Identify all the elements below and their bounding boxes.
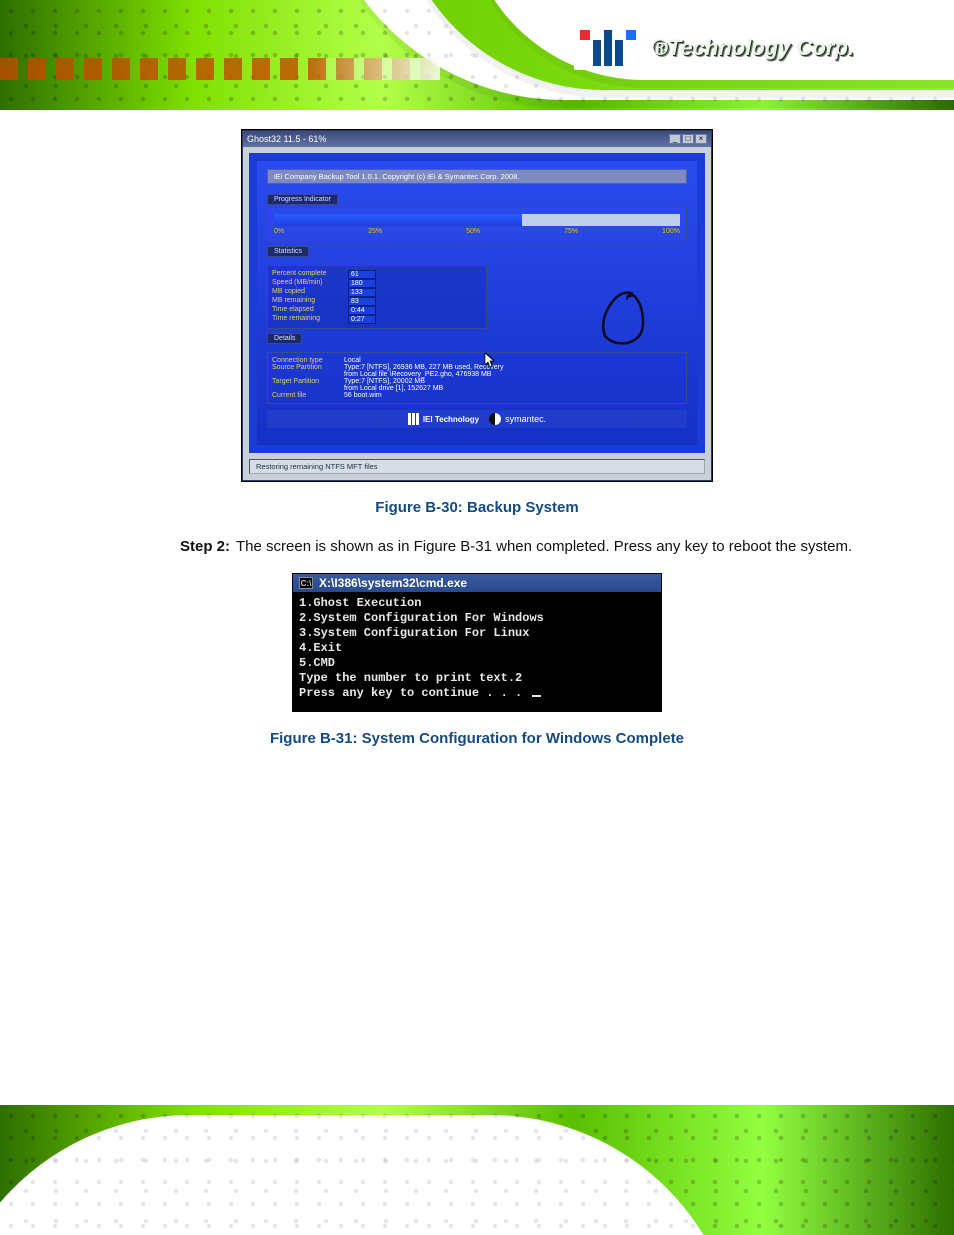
ghost-titlebar: Ghost32 11.5 - 61% _ □ × (243, 131, 711, 147)
figure-caption-1: Figure B-30: Backup System (60, 499, 894, 516)
step-text: Step 2: The screen is shown as in Figure … (180, 536, 874, 557)
cmd-line-4: 4.Exit (299, 641, 342, 655)
cmd-prompt-icon: C:\ (299, 577, 313, 589)
cmd-window: C:\ X:\I386\system32\cmd.exe 1.Ghost Exe… (292, 573, 662, 712)
cmd-body[interactable]: 1.Ghost Execution 2.System Configuration… (293, 592, 661, 711)
iei-tech-badge: IEI Technology (408, 413, 479, 425)
reg-mark: ® (652, 35, 668, 60)
cmd-line-6: Type the number to print text.2 (299, 671, 522, 685)
ghost-status: Restoring remaining NTFS MFT files (249, 459, 705, 474)
ghost-window: Ghost32 11.5 - 61% _ □ × iEi Company Bac… (242, 130, 712, 481)
caption2-prefix: Figure B-31: (270, 730, 358, 747)
caption2-text: System Configuration for Windows Complet… (357, 730, 684, 747)
symantec-text: symantec. (505, 414, 546, 424)
maximize-icon[interactable]: □ (682, 134, 694, 144)
stat-elapsed-label: Time elapsed (272, 306, 342, 315)
ghost-heading: iEi Company Backup Tool 1.0.1. Copyright… (267, 169, 687, 184)
progress-bar (274, 214, 680, 226)
cmd-titlebar: C:\ X:\I386\system32\cmd.exe (293, 574, 661, 592)
tick-0: 0% (274, 228, 284, 235)
iei-tech-text: IEI Technology (423, 415, 479, 424)
det-src-1: Type:7 [NTFS], 26936 MB, 227 MB used, Re… (344, 364, 504, 371)
stat-timeleft: 0:27 (348, 315, 376, 324)
progress-label: Progress Indicator (267, 194, 338, 205)
mouse-cursor-icon (485, 353, 497, 369)
progress-bar-fill (274, 214, 522, 226)
ghost-stats: Percent complete 61 Speed (MB/min) 180 MB … (267, 265, 487, 329)
stat-copied-label: MB copied (272, 288, 342, 297)
tick-75: 75% (564, 228, 578, 235)
caption1-prefix: Figure B-30: (375, 499, 463, 516)
minimize-icon[interactable]: _ (669, 134, 681, 144)
tick-50: 50% (466, 228, 480, 235)
cmd-line-2: 2.System Configuration For Windows (299, 611, 544, 625)
header-dots (0, 58, 440, 80)
progress-ticks: 0% 25% 50% 75% 100% (274, 228, 680, 235)
cmd-cursor-icon (532, 695, 541, 697)
cmd-line-3: 3.System Configuration For Linux (299, 626, 529, 640)
det-src-label: Source Partition (272, 364, 344, 371)
footer-decor (0, 1105, 954, 1235)
footer-swoosh (0, 1115, 740, 1235)
ghost-body: iEi Company Backup Tool 1.0.1. Copyright… (249, 153, 705, 453)
det-conn-label: Connection type (272, 357, 344, 364)
brand-logo: ®Technology Corp. (574, 26, 854, 70)
figure-caption-2: Figure B-31: System Configuration for Wi… (60, 730, 894, 747)
cmd-line-1: 1.Ghost Execution (299, 596, 421, 610)
stat-percent: 61 (348, 270, 376, 279)
symantec-badge: symantec. (489, 413, 546, 425)
stat-remaining-label: MB remaining (272, 297, 342, 306)
stat-percent-label: Percent complete (272, 270, 342, 279)
det-src-2: from Local file \Recovery_PE2.gho, 47693… (344, 371, 491, 378)
details-label: Details (267, 333, 302, 344)
stat-remaining: 83 (348, 297, 376, 306)
page-content: Ghost32 11.5 - 61% _ □ × iEi Company Bac… (60, 130, 894, 1095)
stat-speed: 180 (348, 279, 376, 288)
ghost-logo-icon (587, 281, 657, 351)
iei-logo-icon (574, 26, 642, 70)
stat-speed-label: Speed (MB/min) (272, 279, 342, 288)
cmd-line-7: Press any key to continue . . . (299, 686, 522, 700)
ghost-progress: 0% 25% 50% 75% 100% (267, 207, 687, 242)
stats-label: Statistics (267, 246, 309, 257)
caption1-text: Backup System (463, 499, 579, 516)
tick-25: 25% (368, 228, 382, 235)
stat-elapsed: 0:44 (348, 306, 376, 315)
det-cur-label: Current file (272, 392, 344, 399)
ghost-footer: IEI Technology symantec. (267, 410, 687, 428)
tick-100: 100% (662, 228, 680, 235)
ghost-details: Connection typeLocal Source PartitionTyp… (267, 352, 687, 404)
det-conn: Local (344, 357, 361, 364)
cmd-line-5: 5.CMD (299, 656, 335, 670)
step-body: The screen is shown as in Figure B-31 wh… (236, 538, 852, 555)
stat-copied: 133 (348, 288, 376, 297)
cmd-title-text: X:\I386\system32\cmd.exe (319, 576, 467, 590)
step-number: Step 2: (180, 538, 230, 555)
det-tgt-label: Target Partition (272, 378, 344, 385)
det-tgt-2: from Local drive [1], 152627 MB (344, 385, 443, 392)
stat-timeleft-label: Time remaining (272, 315, 342, 324)
det-cur: 56 boot.wim (344, 392, 382, 399)
ghost-window-title: Ghost32 11.5 - 61% (247, 134, 326, 144)
close-icon[interactable]: × (695, 134, 707, 144)
det-tgt-1: Type:7 [NTFS], 20002 MB (344, 378, 425, 385)
symantec-logo-icon (489, 413, 501, 425)
brand-name: Technology Corp. (668, 35, 854, 60)
iei-mini-logo-icon (408, 413, 419, 425)
